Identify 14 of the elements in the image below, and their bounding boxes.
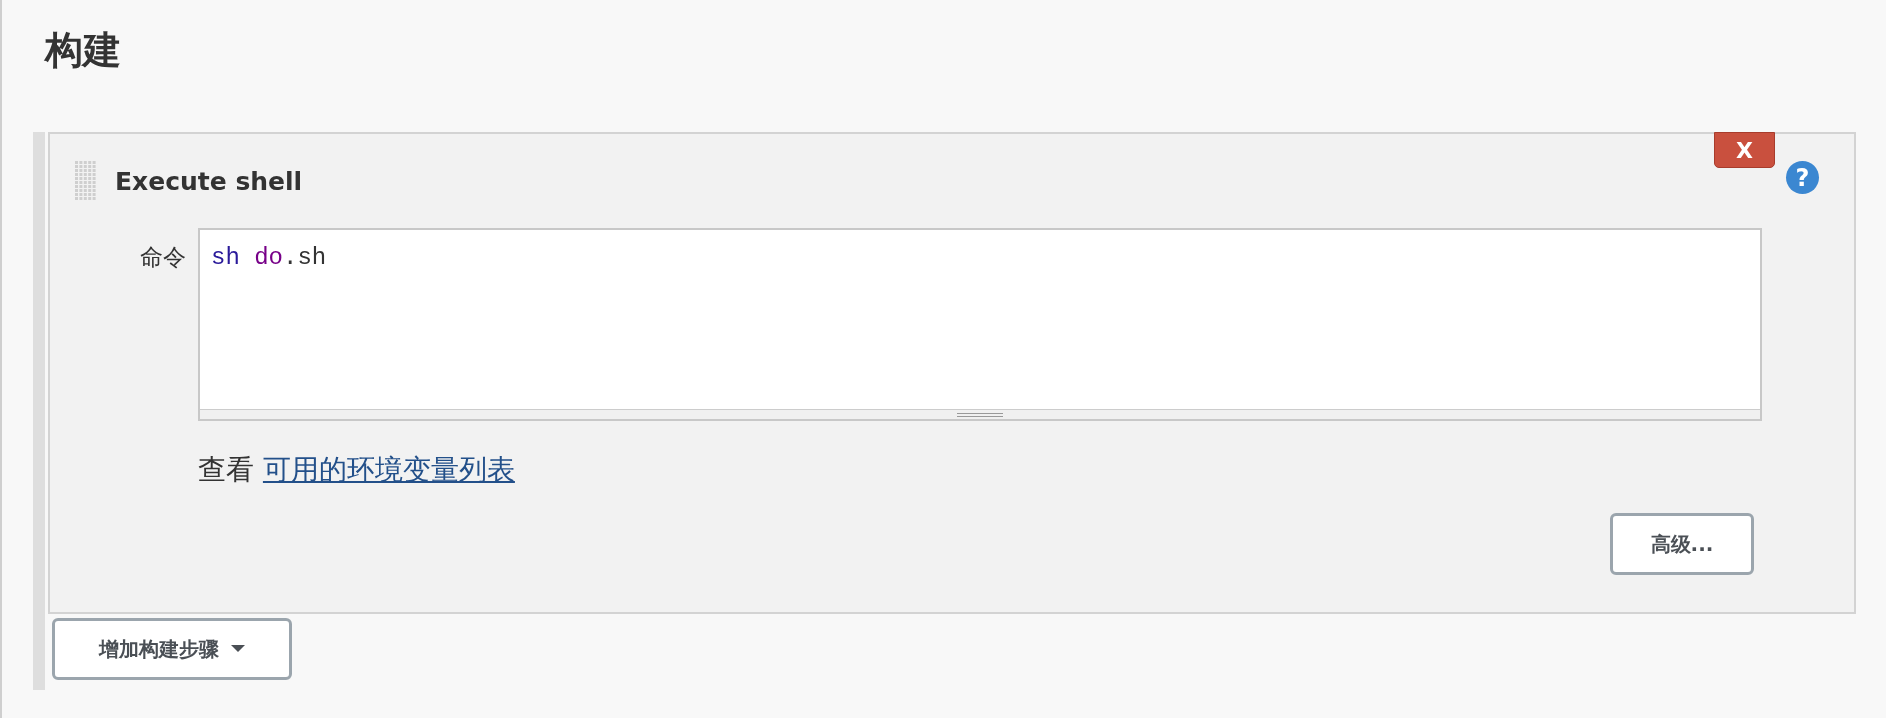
command-label: 命令 xyxy=(139,243,187,272)
step-title: Execute shell xyxy=(115,166,303,196)
help-icon[interactable]: ? xyxy=(1786,161,1819,194)
add-build-step-button[interactable]: 增加构建步骤 xyxy=(52,618,292,680)
caret-icon xyxy=(231,645,245,653)
env-vars-hint: 查看 可用的环境变量列表 xyxy=(198,452,516,488)
advanced-button[interactable]: 高级... xyxy=(1610,513,1754,575)
drag-handle-icon[interactable] xyxy=(75,161,97,201)
delete-button[interactable]: X xyxy=(1714,132,1775,168)
command-text: sh do.sh xyxy=(210,243,328,273)
command-editor[interactable]: sh do.sh xyxy=(198,228,1762,421)
resize-handle-icon[interactable] xyxy=(957,411,1003,418)
env-vars-link[interactable]: 可用的环境变量列表 xyxy=(262,453,515,486)
section-heading: 构建 xyxy=(45,27,122,74)
